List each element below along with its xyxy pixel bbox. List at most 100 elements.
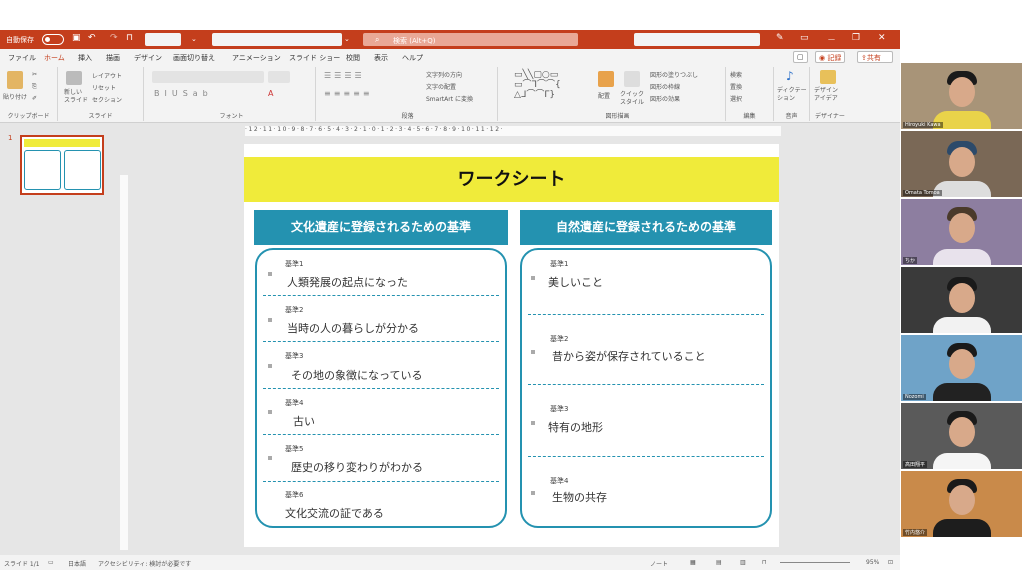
normal-view-icon[interactable]: ▦ [690,559,696,566]
participant-tile[interactable] [901,267,1022,333]
quick-styles-label[interactable]: クイック スタイル [620,91,644,107]
reset-button[interactable]: リセット [92,83,116,92]
participant-tile[interactable]: 竹内悠介 [901,471,1022,537]
participant-tile[interactable]: Nozomi [901,335,1022,401]
tab-file[interactable]: ファイル [8,53,36,63]
zoom-slider[interactable] [780,562,850,563]
reading-view-icon[interactable]: ▥ [740,559,746,566]
shape-effects-button[interactable]: 図形の効果 [650,94,680,103]
smartart-button[interactable]: SmartArt に変換 [426,94,473,103]
arrange-label[interactable]: 配置 [598,91,610,100]
comments-icon[interactable]: ▢ [793,51,808,63]
participant-tile[interactable]: 高田翔平 [901,403,1022,469]
shapes-gallery[interactable]: ▭╲╲▢○▭ ▭⌒ᒣ⌒⌒{ △ᒧ⌒⌒ᒥ} [514,70,561,100]
align-icons[interactable]: ≡≡≡≡≡ [324,89,373,98]
fit-slide-icon[interactable]: ⊡ [888,559,893,566]
criterion-text[interactable]: その地の象徴になっている [291,367,422,383]
paste-label[interactable]: 貼り付け [3,92,27,101]
participant-tile[interactable]: Hiroyuki Kawa [901,63,1022,129]
natural-criteria-card[interactable]: 基準1 美しいこと 基準2 昔から姿が保存されていること 基準3 特有の地形 基… [520,248,772,528]
record-button[interactable]: ◉ 記録 [815,51,846,63]
close-icon[interactable]: ✕ [878,33,886,43]
microphone-icon[interactable]: ♪ [786,69,794,83]
divider [528,314,764,315]
shape-fill-button[interactable]: 図形の塗りつぶし [650,70,698,79]
slide-canvas[interactable]: ワークシート 文化遺産に登録されるための基準 自然遺産に登録されるための基準 基… [244,144,779,547]
font-format-icons[interactable]: BIUSab [154,89,213,98]
paste-icon[interactable] [7,71,23,89]
section-button[interactable]: セクション [92,95,122,104]
find-button[interactable]: 検索 [730,70,742,79]
tab-animations[interactable]: アニメーション [232,53,281,63]
criterion-text[interactable]: 文化交流の証である [285,505,384,521]
criterion-text[interactable]: 古い [293,413,315,429]
sorter-view-icon[interactable]: ▤ [716,559,722,566]
account-box[interactable] [634,33,760,46]
filename-chevron-icon[interactable]: ⌄ [344,35,350,43]
natural-heritage-header[interactable]: 自然遺産に登録されるための基準 [520,210,772,245]
criterion-text[interactable]: 人類発展の起点になった [287,274,408,290]
spellcheck-icon[interactable]: ▭ [48,559,54,566]
shape-outline-button[interactable]: 図形の枠線 [650,82,680,91]
participant-tile[interactable]: ちか [901,199,1022,265]
designer-label[interactable]: デザイン アイデア [814,87,838,103]
language-label[interactable]: 日本語 [68,559,86,568]
tab-review[interactable]: 校閲 [346,53,360,63]
dictate-label[interactable]: ディクテー ション [777,87,807,103]
slide-title[interactable]: ワークシート [244,157,779,202]
zoom-level[interactable]: 95% [866,559,879,566]
search-box[interactable]: ⌕ 検索 (Alt+Q) [363,33,578,46]
qat-box[interactable] [145,33,181,46]
align-text-button[interactable]: 文字の配置 [426,82,456,91]
copy-icon[interactable]: ⎘ [32,83,37,91]
replace-button[interactable]: 置換 [730,82,742,91]
new-slide-icon[interactable] [66,71,82,85]
font-size-select[interactable] [268,71,290,83]
redo-icon[interactable]: ↷ [110,33,118,43]
participant-tile[interactable]: Omata Tomoa [901,131,1022,197]
cut-icon[interactable]: ✂ [32,71,37,78]
save-icon[interactable]: ▣ [72,33,81,43]
present-icon[interactable]: ⊓ [126,33,133,43]
tab-view[interactable]: 表示 [374,53,388,63]
pen-icon[interactable]: ✎ [776,33,784,43]
cultural-heritage-header[interactable]: 文化遺産に登録されるための基準 [254,210,508,245]
criterion-text[interactable]: 生物の共存 [552,489,607,505]
minimize-icon[interactable]: — [828,35,835,43]
quick-styles-icon[interactable] [624,71,640,87]
tab-help[interactable]: ヘルプ [402,53,423,63]
criterion-text[interactable]: 昔から姿が保存されていること [552,348,706,364]
autosave-toggle[interactable] [42,34,64,45]
tab-insert[interactable]: 挿入 [78,53,92,63]
format-painter-icon[interactable]: ✐ [32,95,37,102]
criterion-text[interactable]: 特有の地形 [548,419,603,435]
criterion-text[interactable]: 当時の人の暮らしが分かる [287,320,419,336]
tab-design[interactable]: デザイン [134,53,162,63]
text-direction-button[interactable]: 文字列の方向 [426,70,462,79]
tab-slideshow[interactable]: スライド ショー [289,53,340,63]
file-name-box[interactable] [212,33,342,46]
share-button[interactable]: ⇪共有 [857,51,893,63]
criterion-text[interactable]: 歴史の移り変わりがわかる [291,459,423,475]
new-slide-label[interactable]: 新しい スライド [64,89,88,105]
accessibility-status[interactable]: アクセシビリティ: 検討が必要です [98,559,191,568]
designer-icon[interactable] [820,70,836,84]
select-button[interactable]: 選択 [730,94,742,103]
list-icons[interactable]: ☰☰☰☰ [324,71,365,80]
ribbon-display-icon[interactable]: ▭ [800,33,809,43]
qat-more-icon[interactable]: ⌄ [191,35,197,43]
undo-icon[interactable]: ↶ [88,33,96,43]
arrange-icon[interactable] [598,71,614,87]
criterion-label: 基準1 [285,260,304,268]
slideshow-view-icon[interactable]: ⊓ [762,559,767,566]
slide-thumbnail[interactable] [20,135,104,195]
tab-draw[interactable]: 描画 [106,53,120,63]
cultural-criteria-card[interactable]: 基準1 人類発展の起点になった 基準2 当時の人の暮らしが分かる 基準3 その地… [255,248,507,528]
notes-button[interactable]: ノート [650,559,668,568]
maximize-icon[interactable]: ❐ [852,33,860,43]
layout-button[interactable]: レイアウト [92,71,122,80]
tab-transitions[interactable]: 画面切り替え [173,53,215,63]
font-color-icon[interactable]: A [268,89,273,98]
criterion-text[interactable]: 美しいこと [548,274,603,290]
font-name-select[interactable] [152,71,264,83]
